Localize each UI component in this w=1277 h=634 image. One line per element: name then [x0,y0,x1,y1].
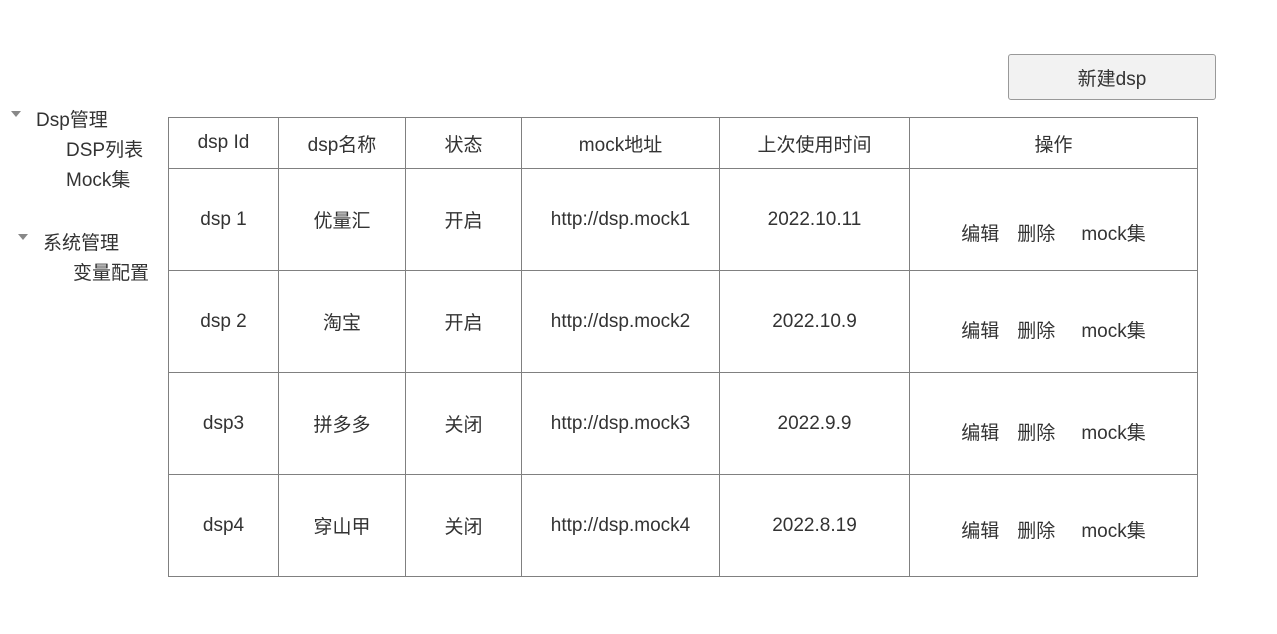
cell-dsp-name: 穿山甲 [278,474,406,577]
cell-dsp-name: 淘宝 [278,270,406,373]
cell-status: 开启 [405,168,522,271]
cell-mock-url: http://dsp.mock1 [521,168,720,271]
cell-mock-url: http://dsp.mock2 [521,270,720,373]
nav-item-mock-set[interactable]: Mock集 [66,165,130,192]
cell-actions: 编辑 删除 mock集 [909,372,1198,475]
cell-actions: 编辑 删除 mock集 [909,168,1198,271]
nav-group-system-management[interactable]: 系统管理 [43,228,119,255]
cell-dsp-name: 拼多多 [278,372,406,475]
mock-set-button[interactable]: mock集 [1081,516,1145,543]
caret-down-icon[interactable] [18,234,28,240]
delete-button[interactable]: 删除 [1017,316,1055,343]
column-header-status: 状态 [405,117,522,169]
cell-dsp-id: dsp4 [168,474,279,577]
nav-item-variable-config[interactable]: 变量配置 [73,258,149,285]
cell-last-used: 2022.10.11 [719,168,910,271]
column-header-dsp-id: dsp Id [168,117,279,169]
table-row: dsp4 穿山甲 关闭 http://dsp.mock4 2022.8.19 编… [168,474,1198,577]
column-header-dsp-name: dsp名称 [278,117,406,169]
table-row: dsp3 拼多多 关闭 http://dsp.mock3 2022.9.9 编辑… [168,372,1198,475]
cell-last-used: 2022.9.9 [719,372,910,475]
cell-mock-url: http://dsp.mock3 [521,372,720,475]
edit-button[interactable]: 编辑 [961,418,999,445]
delete-button[interactable]: 删除 [1017,516,1055,543]
cell-status: 开启 [405,270,522,373]
edit-button[interactable]: 编辑 [961,219,999,246]
cell-dsp-id: dsp3 [168,372,279,475]
edit-button[interactable]: 编辑 [961,316,999,343]
cell-actions: 编辑 删除 mock集 [909,474,1198,577]
table-row: dsp 1 优量汇 开启 http://dsp.mock1 2022.10.11… [168,168,1198,271]
table-header-row: dsp Id dsp名称 状态 mock地址 上次使用时间 操作 [168,117,1198,169]
delete-button[interactable]: 删除 [1017,418,1055,445]
cell-dsp-id: dsp 1 [168,168,279,271]
nav-item-dsp-list[interactable]: DSP列表 [66,135,143,162]
table-row: dsp 2 淘宝 开启 http://dsp.mock2 2022.10.9 编… [168,270,1198,373]
cell-status: 关闭 [405,474,522,577]
cell-last-used: 2022.10.9 [719,270,910,373]
column-header-actions: 操作 [909,117,1198,169]
cell-actions: 编辑 删除 mock集 [909,270,1198,373]
mock-set-button[interactable]: mock集 [1081,418,1145,445]
mock-set-button[interactable]: mock集 [1081,219,1145,246]
dsp-table: dsp Id dsp名称 状态 mock地址 上次使用时间 操作 dsp 1 优… [168,117,1198,577]
column-header-last-used: 上次使用时间 [719,117,910,169]
cell-last-used: 2022.8.19 [719,474,910,577]
new-dsp-button[interactable]: 新建dsp [1008,54,1216,100]
nav-group-dsp-management[interactable]: Dsp管理 [36,105,108,132]
cell-mock-url: http://dsp.mock4 [521,474,720,577]
cell-status: 关闭 [405,372,522,475]
edit-button[interactable]: 编辑 [961,516,999,543]
column-header-mock-url: mock地址 [521,117,720,169]
delete-button[interactable]: 删除 [1017,219,1055,246]
caret-down-icon[interactable] [11,111,21,117]
mock-set-button[interactable]: mock集 [1081,316,1145,343]
cell-dsp-id: dsp 2 [168,270,279,373]
cell-dsp-name: 优量汇 [278,168,406,271]
